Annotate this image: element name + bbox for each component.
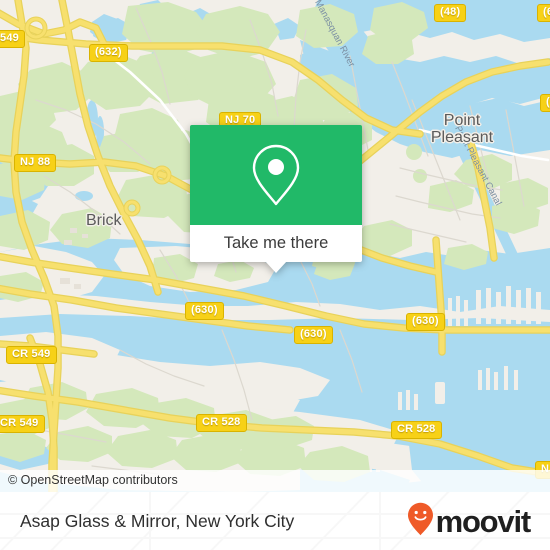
moovit-logo[interactable]: moovit xyxy=(407,502,532,541)
shield-549-nw: 549 xyxy=(0,30,25,48)
take-me-there-label: Take me there xyxy=(223,234,329,252)
moovit-wordmark: moovit xyxy=(435,503,532,539)
shield-cr-549-mid: CR 549 xyxy=(6,346,57,364)
page-title: Asap Glass & Mirror, New York City xyxy=(20,510,295,531)
take-me-there-button[interactable]: Take me there xyxy=(190,225,362,262)
screenshot-root: .w{fill:#aadaf0} .pk{fill:#d4e8bb} .rd{f… xyxy=(0,0,550,550)
shield-cr-528-west: CR 528 xyxy=(196,414,247,432)
shield-630-mid: (630) xyxy=(294,326,333,344)
shield-632: (632) xyxy=(89,44,128,62)
shield-nj-88: NJ 88 xyxy=(14,154,57,172)
popup-tail xyxy=(265,261,287,273)
shield-6-e: (6 xyxy=(540,94,550,112)
shield-cr-528-east: CR 528 xyxy=(391,421,442,439)
popup-image xyxy=(190,125,362,225)
shield-630-west: (630) xyxy=(185,302,224,320)
map-pin-icon xyxy=(250,142,302,208)
location-popup[interactable]: Take me there xyxy=(190,125,362,273)
shield-48: (48) xyxy=(434,4,467,22)
shield-6-ne: (6 xyxy=(537,4,550,22)
map-attribution: © OpenStreetMap contributors xyxy=(0,470,550,492)
footer-bar: Asap Glass & Mirror, New York City moovi… xyxy=(0,492,550,550)
shield-cr-549-sw: CR 549 xyxy=(0,415,45,433)
shield-630-east: (630) xyxy=(406,313,445,331)
moovit-pin-icon xyxy=(407,502,434,541)
